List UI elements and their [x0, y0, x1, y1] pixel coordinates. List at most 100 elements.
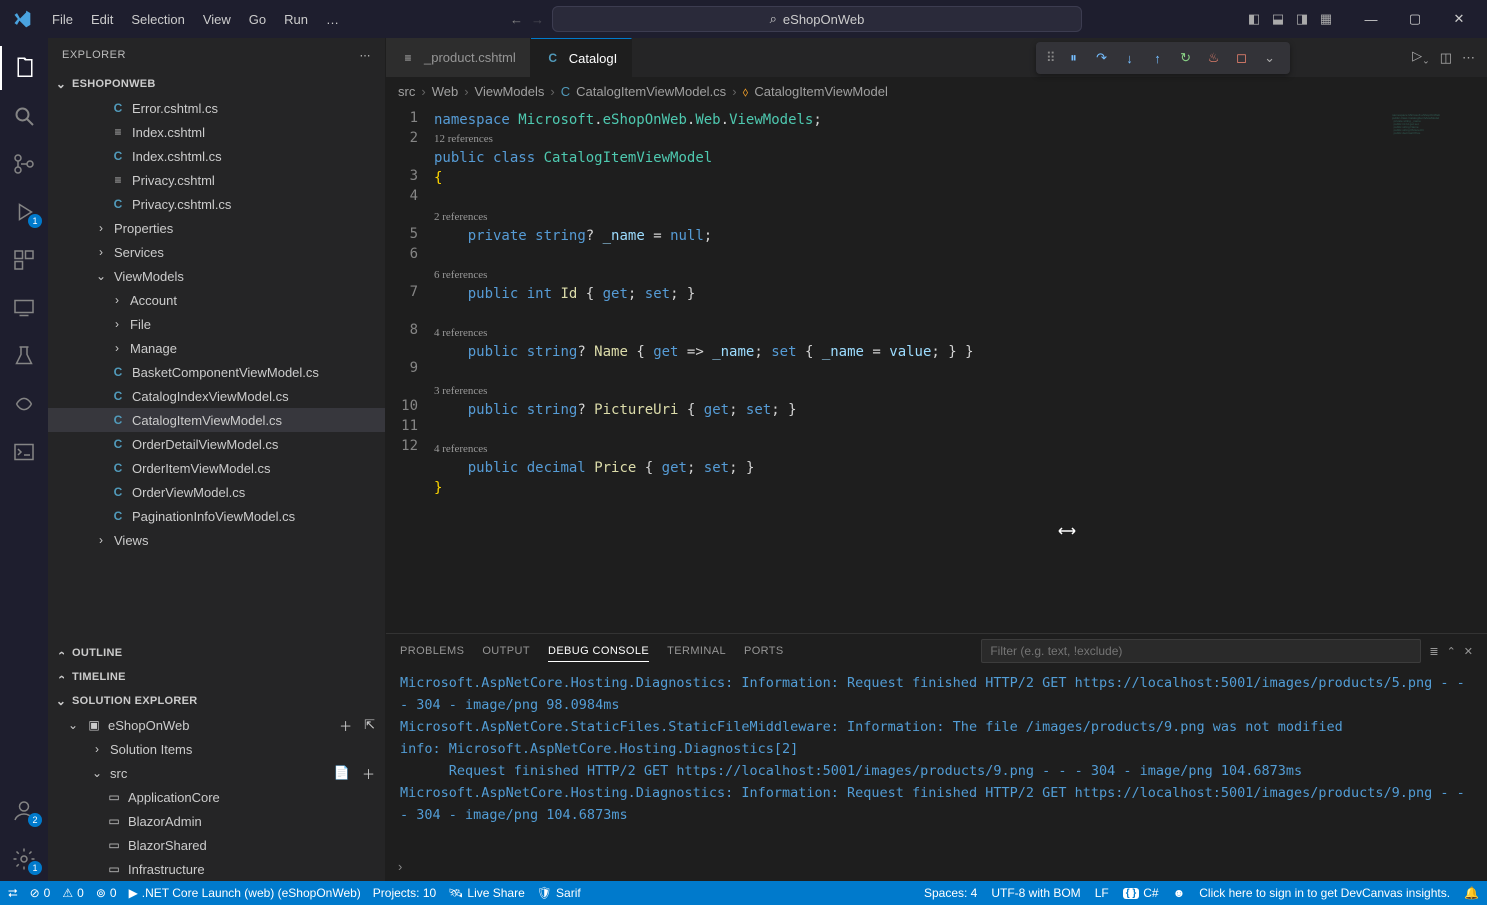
list-icon[interactable]: ≣: [1429, 645, 1438, 658]
outline-header[interactable]: › OUTLINE: [48, 641, 385, 665]
tree-item[interactable]: CPrivacy.cshtml.cs: [48, 192, 385, 216]
maximize-button[interactable]: ▢: [1395, 4, 1435, 34]
tree-item[interactable]: CPaginationInfoViewModel.cs: [48, 504, 385, 528]
spaces-item[interactable]: Spaces: 4: [924, 886, 977, 900]
add-icon[interactable]: ＋: [362, 764, 375, 783]
command-center[interactable]: ⌕ eShopOnWeb: [552, 6, 1082, 32]
solution-item[interactable]: ▭BlazorAdmin: [48, 809, 385, 833]
remote-indicator[interactable]: ⮂: [8, 886, 18, 901]
sarif-item[interactable]: 🛡 Sarif: [537, 886, 581, 900]
tree-item[interactable]: CError.cshtml.cs: [48, 96, 385, 120]
beaker-icon[interactable]: [0, 334, 48, 378]
menu-edit[interactable]: Edit: [83, 8, 121, 31]
chevron-up-icon[interactable]: ⌃: [1447, 645, 1456, 658]
solution-item[interactable]: ⌄src📄＋: [48, 761, 385, 785]
tree-item[interactable]: CBasketComponentViewModel.cs: [48, 360, 385, 384]
stop-icon[interactable]: ◻: [1232, 50, 1252, 66]
chevron-down-icon[interactable]: ⌄: [1260, 50, 1280, 66]
step-out-icon[interactable]: ↑: [1148, 51, 1168, 66]
errors-item[interactable]: ⊘ 0: [30, 886, 51, 900]
explorer-icon[interactable]: [0, 46, 48, 90]
menu-go[interactable]: Go: [241, 8, 274, 31]
radio-item[interactable]: ⊚ 0: [96, 886, 117, 900]
collapse-icon[interactable]: ⇱: [364, 717, 375, 733]
tree-item[interactable]: ›Manage: [48, 336, 385, 360]
breadcrumb-item[interactable]: src: [398, 84, 415, 99]
copilot-icon[interactable]: ☻: [1173, 886, 1186, 900]
panel-tab-debug-console[interactable]: DEBUG CONSOLE: [548, 641, 649, 662]
remote-icon[interactable]: [0, 286, 48, 330]
chevron-right-icon[interactable]: ›: [398, 859, 402, 874]
bell-icon[interactable]: 🔔: [1464, 886, 1479, 900]
menu-run[interactable]: Run: [276, 8, 316, 31]
extensions-icon[interactable]: [0, 238, 48, 282]
projects-item[interactable]: Projects: 10: [373, 886, 436, 900]
scm-icon[interactable]: [0, 142, 48, 186]
menu-selection[interactable]: Selection: [123, 8, 192, 31]
settings-icon[interactable]: 1: [0, 837, 48, 881]
solution-explorer-header[interactable]: ⌄ SOLUTION EXPLORER: [48, 689, 385, 713]
share-icon[interactable]: [0, 382, 48, 426]
sidebar-more-icon[interactable]: ⋯: [360, 49, 372, 62]
add-icon[interactable]: ＋: [339, 716, 352, 735]
solution-root[interactable]: ⌄ ▣ eShopOnWeb ＋ ⇱: [48, 713, 385, 737]
tree-item[interactable]: ›Views: [48, 528, 385, 552]
code-editor[interactable]: namespace Microsoft.eShopOnWeb.Web.ViewM…: [434, 106, 1387, 633]
nav-back-icon[interactable]: ←: [510, 12, 523, 27]
breadcrumb-item[interactable]: CatalogItemViewModel: [754, 84, 887, 99]
tree-item[interactable]: ›Account: [48, 288, 385, 312]
tree-item[interactable]: CCatalogItemViewModel.cs: [48, 408, 385, 432]
layout-panel-icon[interactable]: ⬓: [1269, 11, 1287, 27]
warnings-item[interactable]: ⚠ 0: [62, 886, 83, 900]
tree-item[interactable]: CCatalogIndexViewModel.cs: [48, 384, 385, 408]
close-icon[interactable]: ✕: [1464, 645, 1473, 658]
accounts-icon[interactable]: 2: [0, 789, 48, 833]
breadcrumb-item[interactable]: Web: [432, 84, 459, 99]
terminal-icon[interactable]: [0, 430, 48, 474]
minimap[interactable]: namespace Microsoft eShopOnWeb public cl…: [1387, 106, 1487, 633]
search-icon[interactable]: [0, 94, 48, 138]
tab-product[interactable]: ≡ _product.cshtml: [386, 38, 531, 77]
run-icon[interactable]: ▷⌄: [1412, 48, 1430, 67]
restart-icon[interactable]: ↻: [1176, 50, 1196, 66]
menu-view[interactable]: View: [195, 8, 239, 31]
breadcrumb-item[interactable]: CatalogItemViewModel.cs: [576, 84, 726, 99]
tree-item[interactable]: COrderDetailViewModel.cs: [48, 432, 385, 456]
menu-…[interactable]: …: [318, 8, 347, 31]
lang-item[interactable]: { } C#: [1123, 886, 1159, 900]
layout-sidebar-right-icon[interactable]: ◨: [1293, 11, 1311, 27]
tree-item[interactable]: CIndex.cshtml.cs: [48, 144, 385, 168]
menu-file[interactable]: File: [44, 8, 81, 31]
panel-tab-problems[interactable]: PROBLEMS: [400, 641, 464, 661]
tree-item[interactable]: ›Services: [48, 240, 385, 264]
breadcrumb-item[interactable]: ViewModels: [475, 84, 545, 99]
solution-item[interactable]: ›Solution Items: [48, 737, 385, 761]
split-editor-icon[interactable]: ◫: [1440, 50, 1452, 66]
grip-icon[interactable]: ⠿: [1046, 50, 1056, 66]
breadcrumbs[interactable]: src› Web› ViewModels› C CatalogItemViewM…: [386, 78, 1487, 106]
nav-forward-icon[interactable]: →: [531, 12, 544, 27]
solution-item[interactable]: ▭BlazorShared: [48, 833, 385, 857]
encoding-item[interactable]: UTF-8 with BOM: [991, 886, 1080, 900]
new-file-icon[interactable]: 📄: [334, 765, 350, 781]
panel-filter-input[interactable]: [981, 639, 1421, 663]
panel-tab-output[interactable]: OUTPUT: [482, 641, 530, 661]
tree-item[interactable]: ≡Privacy.cshtml: [48, 168, 385, 192]
devcanvas-item[interactable]: Click here to sign in to get DevCanvas i…: [1199, 886, 1450, 900]
tree-item[interactable]: ›Properties: [48, 216, 385, 240]
liveshare-item[interactable]: 🛰 Live Share: [448, 886, 525, 900]
layout-customize-icon[interactable]: ▦: [1317, 11, 1335, 27]
workspace-header[interactable]: ⌄ ESHOPONWEB: [48, 72, 385, 96]
tree-item[interactable]: ›File: [48, 312, 385, 336]
tab-catalog[interactable]: C CatalogI: [531, 38, 632, 77]
hot-reload-icon[interactable]: ♨: [1204, 50, 1224, 66]
tree-item[interactable]: COrderViewModel.cs: [48, 480, 385, 504]
step-over-icon[interactable]: ↷: [1092, 50, 1112, 66]
debug-toolbar[interactable]: ⠿ ⏸ ↷ ↓ ↑ ↻ ♨ ◻ ⌄: [1036, 42, 1290, 74]
timeline-header[interactable]: › TIMELINE: [48, 665, 385, 689]
panel-tab-terminal[interactable]: TERMINAL: [667, 641, 726, 661]
debug-console-output[interactable]: Microsoft.AspNetCore.Hosting.Diagnostics…: [386, 668, 1487, 859]
solution-item[interactable]: ▭Infrastructure: [48, 857, 385, 881]
step-into-icon[interactable]: ↓: [1120, 51, 1140, 66]
tree-item[interactable]: COrderItemViewModel.cs: [48, 456, 385, 480]
